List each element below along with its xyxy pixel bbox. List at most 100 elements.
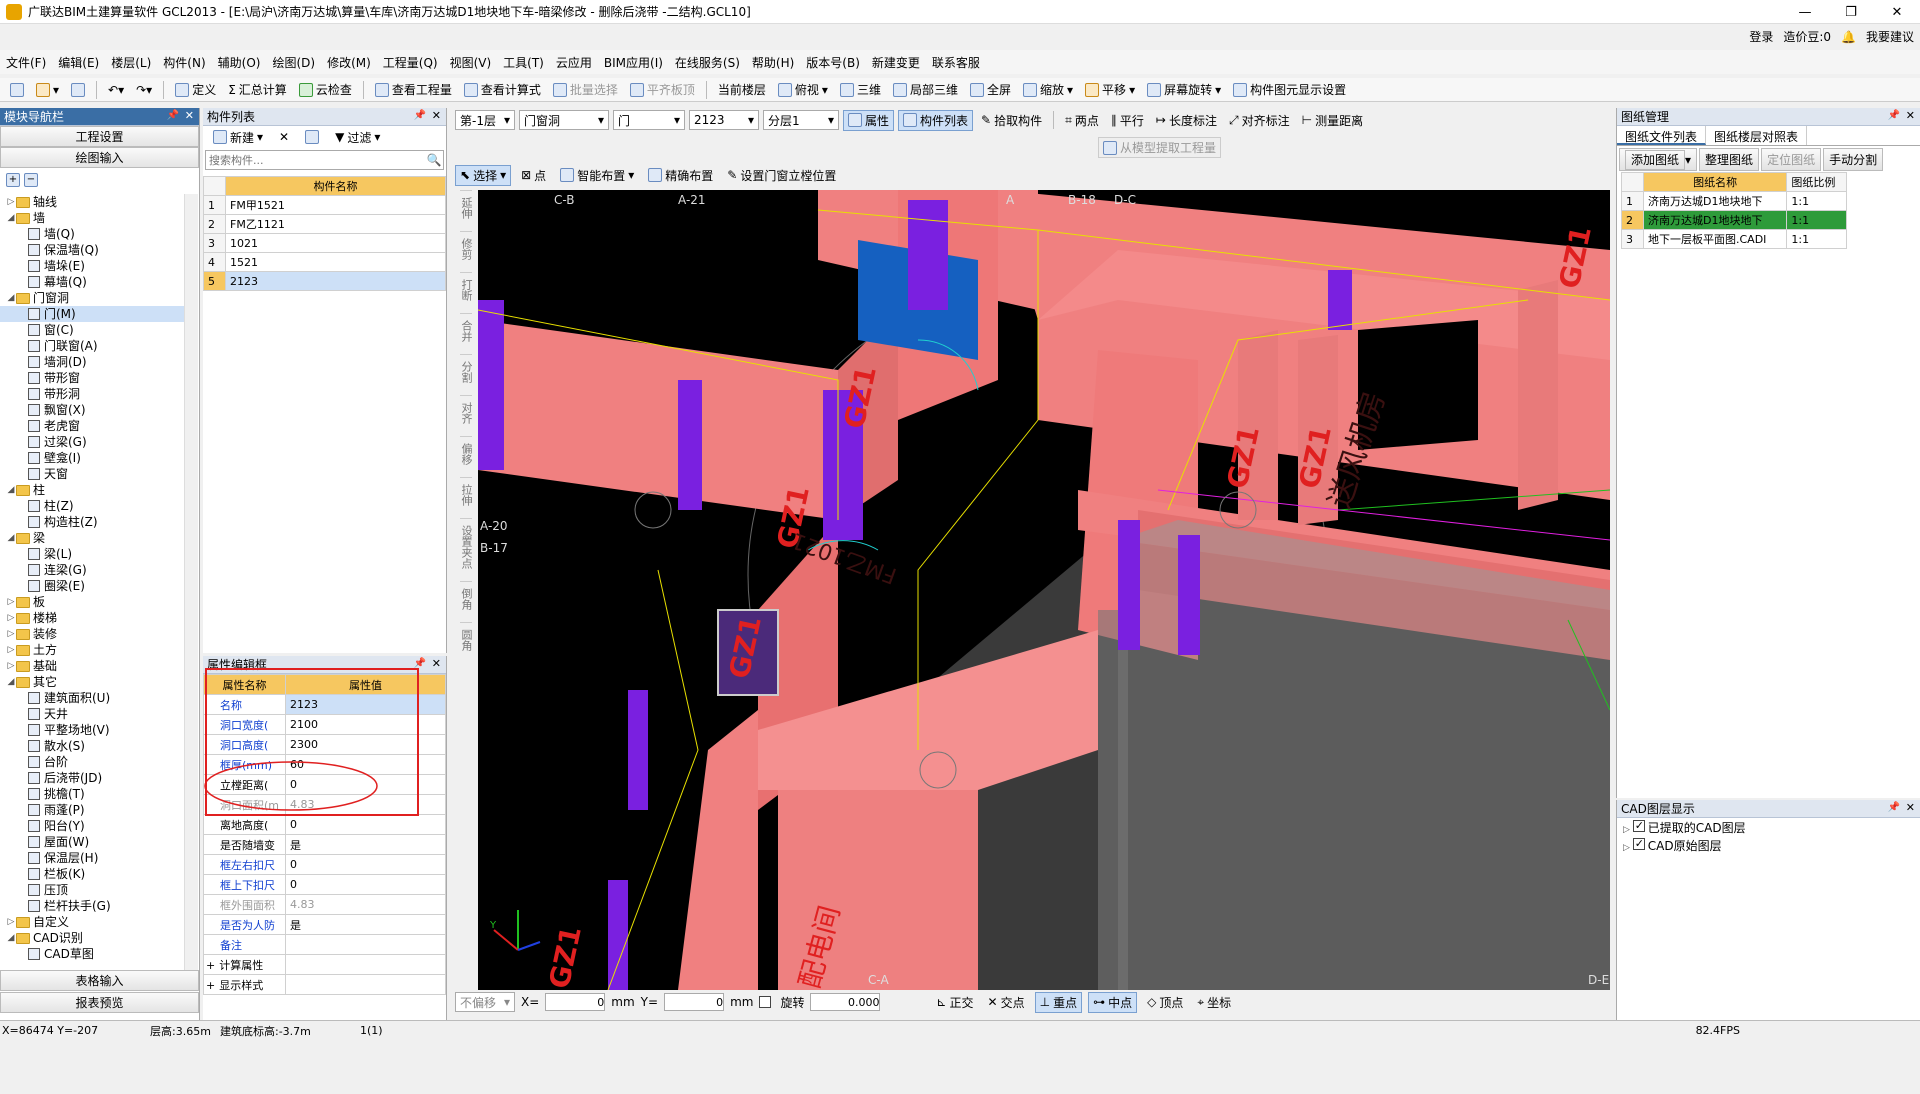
tree-toggle-icon[interactable]: ◢ xyxy=(6,530,16,546)
type-select[interactable]: 门 ▾ xyxy=(613,110,685,130)
tree-item[interactable]: 屋面(W) xyxy=(0,834,184,850)
login-link[interactable]: 登录 xyxy=(1749,28,1773,45)
component-search-input[interactable] xyxy=(206,151,425,169)
tab-drawing-floor-map[interactable]: 图纸楼层对照表 xyxy=(1706,126,1808,145)
tree-item[interactable]: 连梁(G) xyxy=(0,562,184,578)
tree-toggle-icon[interactable]: ◢ xyxy=(6,290,16,306)
measure-distance-button[interactable]: ⊢ 测量距离 xyxy=(1298,111,1367,130)
menu-item[interactable]: 构件(N) xyxy=(157,54,211,71)
tree-toggle-icon[interactable]: ◢ xyxy=(6,482,16,498)
tree-toggle-icon[interactable]: ▷ xyxy=(6,594,16,610)
tree-item[interactable]: 墙垛(E) xyxy=(0,258,184,274)
table-row[interactable]: 框外围面积 4.83 xyxy=(203,894,446,915)
drawing-name-cell[interactable]: 济南万达城D1地块地下 xyxy=(1642,191,1788,211)
batch-select-button[interactable]: 批量选择 xyxy=(549,80,622,99)
tree-scrollbar[interactable] xyxy=(184,194,198,970)
menu-item[interactable]: 云应用 xyxy=(550,54,598,71)
snap-intersection[interactable]: ✕ 交点 xyxy=(984,993,1029,1012)
tree-folder[interactable]: ▷ 板 xyxy=(0,594,184,610)
drawing-name-cell[interactable]: 地下一层板平面图.CADI xyxy=(1642,229,1788,249)
menu-item[interactable]: 编辑(E) xyxy=(52,54,105,71)
table-row[interactable]: 2 济南万达城D1地块地下 1:1 xyxy=(1621,210,1847,230)
point-button[interactable]: ⊠ 点 xyxy=(517,166,550,185)
extract-quantity-button[interactable]: 从模型提取工程量 xyxy=(1098,137,1222,158)
menu-item[interactable]: 文件(F) xyxy=(0,54,52,71)
organize-drawing-button[interactable]: 整理图纸 xyxy=(1699,147,1760,171)
tree-folder[interactable]: ▷ 自定义 xyxy=(0,914,184,930)
tree-item[interactable]: 挑檐(T) xyxy=(0,786,184,802)
tree-toggle-icon[interactable]: ▷ xyxy=(6,658,16,674)
tree-item[interactable]: 带形窗 xyxy=(0,370,184,386)
table-row[interactable]: 3 1021 xyxy=(203,233,446,253)
prop-value-cell[interactable] xyxy=(285,934,446,955)
edit-tool-button[interactable]: 打断 xyxy=(460,272,473,307)
floor-select[interactable]: 第-1层 ▾ xyxy=(455,110,515,130)
menu-item[interactable]: 辅助(O) xyxy=(212,54,267,71)
tree-item[interactable]: 梁(L) xyxy=(0,546,184,562)
tree-item[interactable]: 壁龛(I) xyxy=(0,450,184,466)
snap-orthogonal[interactable]: ⊾ 正交 xyxy=(932,993,977,1012)
close-button[interactable]: ✕ xyxy=(1874,0,1920,24)
expand-all-icon[interactable]: + xyxy=(6,173,20,187)
manual-split-button[interactable]: 手动分割 xyxy=(1823,147,1884,171)
menu-item[interactable]: BIM应用(I) xyxy=(598,54,669,71)
tree-item[interactable]: 圈梁(E) xyxy=(0,578,184,594)
prop-value-cell[interactable]: 0 xyxy=(285,874,446,895)
view-quantity-button[interactable]: 查看工程量 xyxy=(371,80,456,99)
x-offset-input[interactable] xyxy=(545,993,606,1011)
model-canvas[interactable]: C-B A-21 A B-18 D-C A-20 B-17 C-A D-E 送风… xyxy=(478,190,1610,990)
cad-layer-extracted[interactable]: ▷ 已提取的CAD图层 xyxy=(1623,818,1914,838)
prop-value-cell[interactable]: 0 xyxy=(285,814,446,835)
display-settings-button[interactable]: 构件图元显示设置 xyxy=(1229,80,1350,99)
snap-coordinate[interactable]: ⌖ 坐标 xyxy=(1193,993,1235,1012)
menu-item[interactable]: 新建变更 xyxy=(866,54,926,71)
tree-toggle-icon[interactable]: ▷ xyxy=(6,610,16,626)
table-row[interactable]: 是否随墙变是 xyxy=(203,834,446,855)
prop-value-cell[interactable]: 是 xyxy=(285,834,446,855)
tree-item[interactable]: 带形洞 xyxy=(0,386,184,402)
table-row[interactable]: 2 FM乙1121 xyxy=(203,214,446,234)
table-row[interactable]: 5 2123 xyxy=(203,271,446,291)
define-button[interactable]: 定义 xyxy=(171,80,220,99)
tree-item[interactable]: 墙(Q) xyxy=(0,226,184,242)
expand-icon[interactable]: + xyxy=(206,959,215,972)
prop-value-cell[interactable]: 0 xyxy=(285,854,446,875)
select-button[interactable]: ⬉ 选择 ▾ xyxy=(455,164,512,186)
align-slab-top-button[interactable]: 平齐板顶 xyxy=(626,80,699,99)
close-icon[interactable]: ✕ xyxy=(185,109,194,122)
tree-item[interactable]: 阳台(Y) xyxy=(0,818,184,834)
component-name-cell[interactable]: 1521 xyxy=(225,252,446,272)
draw-input-button[interactable]: 绘图输入 xyxy=(0,147,199,168)
component-name-cell[interactable]: FM甲1521 xyxy=(225,195,446,215)
tree-item[interactable]: 散水(S) xyxy=(0,738,184,754)
aligned-dim-button[interactable]: ⤢ 对齐标注 xyxy=(1225,111,1294,130)
table-row[interactable]: + 显示样式 xyxy=(203,974,446,995)
price-beans[interactable]: 造价豆:0 xyxy=(1783,28,1831,45)
report-preview-button[interactable]: 报表预览 xyxy=(0,992,199,1013)
table-row[interactable]: 框上下扣尺 0 xyxy=(203,874,446,895)
close-icon[interactable]: ✕ xyxy=(432,657,441,670)
tree-item[interactable]: 压顶 xyxy=(0,882,184,898)
tree-item[interactable]: 台阶 xyxy=(0,754,184,770)
edit-tool-button[interactable]: 圆角 xyxy=(460,622,473,657)
two-points-button[interactable]: ⌗ 两点 xyxy=(1061,111,1103,130)
edit-tool-button[interactable]: 设置夹点 xyxy=(460,518,473,575)
cloud-check-button[interactable]: 云检查 xyxy=(295,80,356,99)
fullscreen-button[interactable]: 全屏 xyxy=(966,80,1015,99)
tree-item[interactable]: 保温墙(Q) xyxy=(0,242,184,258)
filter-button[interactable]: ▼ 过滤 ▾ xyxy=(331,128,384,147)
current-floor-button[interactable]: 当前楼层 xyxy=(714,80,770,99)
rotate-checkbox[interactable] xyxy=(759,996,772,1008)
edit-tool-button[interactable]: 拉伸 xyxy=(460,477,473,512)
tree-folder[interactable]: ◢ 门窗洞 xyxy=(0,290,184,306)
tree-item[interactable]: 平整场地(V) xyxy=(0,722,184,738)
menu-item[interactable]: 在线服务(S) xyxy=(669,54,746,71)
tree-item[interactable]: 飘窗(X) xyxy=(0,402,184,418)
maximize-button[interactable]: ❐ xyxy=(1828,0,1874,24)
redo-icon[interactable]: ↷▾ xyxy=(132,82,156,98)
edit-tool-button[interactable]: 修剪 xyxy=(460,231,473,266)
sum-calc-button[interactable]: Σ 汇总计算 xyxy=(224,80,291,99)
snap-perpendicular[interactable]: ⊥ 重点 xyxy=(1034,991,1083,1013)
edit-tool-button[interactable]: 倒角 xyxy=(460,581,473,616)
tree-item[interactable]: 栏杆扶手(G) xyxy=(0,898,184,914)
